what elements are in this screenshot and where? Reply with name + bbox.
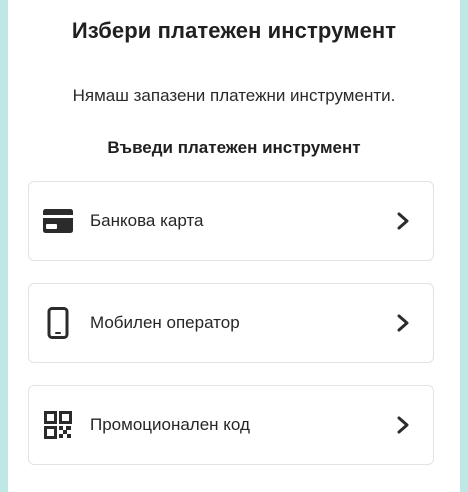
bank-card-label: Банкова карта: [90, 211, 204, 230]
mobile-operator-label: Мобилен оператор: [90, 313, 240, 332]
chevron-right-icon: [391, 209, 415, 233]
payment-method-sheet: Избери платежен инструмент Нямаш запазен…: [8, 0, 460, 492]
credit-card-icon: [40, 203, 76, 239]
promo-code-option[interactable]: Промоционален код: [28, 385, 434, 465]
section-title: Въведи платежен инструмент: [107, 138, 361, 157]
page-title: Избери платежен инструмент: [71, 18, 397, 43]
qr-code-icon: [40, 407, 76, 443]
promo-code-label: Промоционален код: [90, 415, 250, 434]
smartphone-icon: [40, 305, 76, 341]
chevron-right-icon: [391, 413, 415, 437]
mobile-operator-option[interactable]: Мобилен оператор: [28, 283, 434, 363]
no-saved-methods-message: Нямаш запазени платежни инструменти.: [72, 86, 396, 105]
chevron-right-icon: [391, 311, 415, 335]
bank-card-option[interactable]: Банкова карта: [28, 181, 434, 261]
